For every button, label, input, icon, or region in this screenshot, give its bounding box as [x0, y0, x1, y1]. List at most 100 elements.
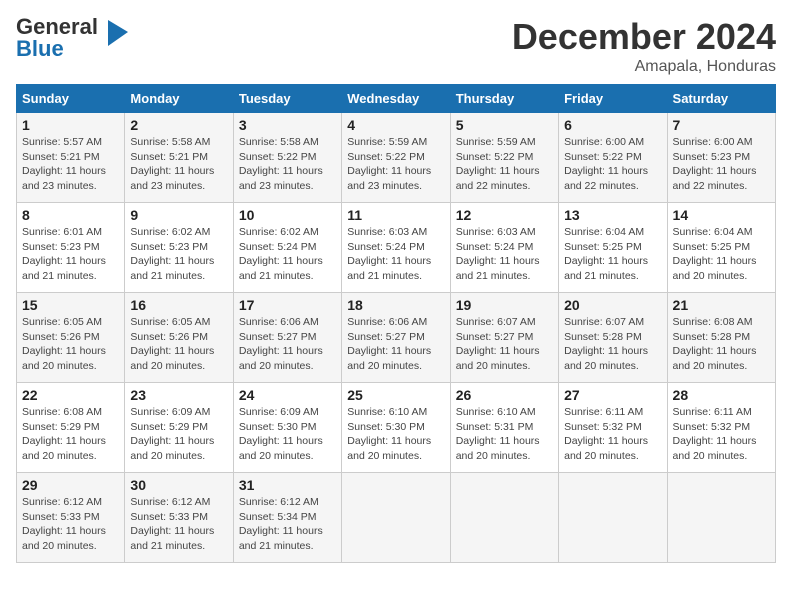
day-detail: Sunrise: 6:00 AMSunset: 5:22 PMDaylight:…: [564, 136, 648, 192]
col-thursday: Thursday: [450, 85, 558, 113]
day-detail: Sunrise: 6:10 AMSunset: 5:31 PMDaylight:…: [456, 406, 540, 462]
day-number: 14: [673, 207, 770, 223]
day-cell-27: 27 Sunrise: 6:11 AMSunset: 5:32 PMDaylig…: [559, 383, 667, 473]
day-detail: Sunrise: 6:06 AMSunset: 5:27 PMDaylight:…: [347, 316, 431, 372]
col-saturday: Saturday: [667, 85, 775, 113]
title-area: December 2024 Amapala, Honduras: [512, 16, 776, 76]
day-number: 9: [130, 207, 227, 223]
day-cell-29: 29 Sunrise: 6:12 AMSunset: 5:33 PMDaylig…: [17, 473, 125, 563]
day-cell-23: 23 Sunrise: 6:09 AMSunset: 5:29 PMDaylig…: [125, 383, 233, 473]
day-cell-12: 12 Sunrise: 6:03 AMSunset: 5:24 PMDaylig…: [450, 203, 558, 293]
day-detail: Sunrise: 6:08 AMSunset: 5:29 PMDaylight:…: [22, 406, 106, 462]
month-title: December 2024: [512, 16, 776, 58]
empty-cell: [450, 473, 558, 563]
day-number: 25: [347, 387, 444, 403]
day-cell-3: 3 Sunrise: 5:58 AMSunset: 5:22 PMDayligh…: [233, 113, 341, 203]
day-detail: Sunrise: 6:07 AMSunset: 5:27 PMDaylight:…: [456, 316, 540, 372]
day-detail: Sunrise: 6:05 AMSunset: 5:26 PMDaylight:…: [130, 316, 214, 372]
day-detail: Sunrise: 6:11 AMSunset: 5:32 PMDaylight:…: [564, 406, 648, 462]
day-number: 31: [239, 477, 336, 493]
logo-blue: Blue: [16, 36, 64, 61]
day-detail: Sunrise: 5:59 AMSunset: 5:22 PMDaylight:…: [456, 136, 540, 192]
day-detail: Sunrise: 6:12 AMSunset: 5:33 PMDaylight:…: [22, 496, 106, 552]
day-cell-30: 30 Sunrise: 6:12 AMSunset: 5:33 PMDaylig…: [125, 473, 233, 563]
day-cell-17: 17 Sunrise: 6:06 AMSunset: 5:27 PMDaylig…: [233, 293, 341, 383]
day-detail: Sunrise: 6:02 AMSunset: 5:24 PMDaylight:…: [239, 226, 323, 282]
col-monday: Monday: [125, 85, 233, 113]
logo: General Blue: [16, 16, 132, 60]
day-cell-18: 18 Sunrise: 6:06 AMSunset: 5:27 PMDaylig…: [342, 293, 450, 383]
empty-cell: [559, 473, 667, 563]
day-detail: Sunrise: 6:04 AMSunset: 5:25 PMDaylight:…: [673, 226, 757, 282]
col-friday: Friday: [559, 85, 667, 113]
day-cell-4: 4 Sunrise: 5:59 AMSunset: 5:22 PMDayligh…: [342, 113, 450, 203]
calendar-week-5: 29 Sunrise: 6:12 AMSunset: 5:33 PMDaylig…: [17, 473, 776, 563]
day-detail: Sunrise: 5:57 AMSunset: 5:21 PMDaylight:…: [22, 136, 106, 192]
day-detail: Sunrise: 6:08 AMSunset: 5:28 PMDaylight:…: [673, 316, 757, 372]
day-detail: Sunrise: 6:05 AMSunset: 5:26 PMDaylight:…: [22, 316, 106, 372]
day-cell-16: 16 Sunrise: 6:05 AMSunset: 5:26 PMDaylig…: [125, 293, 233, 383]
day-cell-26: 26 Sunrise: 6:10 AMSunset: 5:31 PMDaylig…: [450, 383, 558, 473]
day-cell-24: 24 Sunrise: 6:09 AMSunset: 5:30 PMDaylig…: [233, 383, 341, 473]
col-wednesday: Wednesday: [342, 85, 450, 113]
page-header: General Blue December 2024 Amapala, Hond…: [16, 16, 776, 76]
calendar-week-2: 8 Sunrise: 6:01 AMSunset: 5:23 PMDayligh…: [17, 203, 776, 293]
col-sunday: Sunday: [17, 85, 125, 113]
day-cell-1: 1 Sunrise: 5:57 AMSunset: 5:21 PMDayligh…: [17, 113, 125, 203]
day-cell-5: 5 Sunrise: 5:59 AMSunset: 5:22 PMDayligh…: [450, 113, 558, 203]
day-cell-22: 22 Sunrise: 6:08 AMSunset: 5:29 PMDaylig…: [17, 383, 125, 473]
day-cell-13: 13 Sunrise: 6:04 AMSunset: 5:25 PMDaylig…: [559, 203, 667, 293]
location-title: Amapala, Honduras: [512, 58, 776, 76]
day-detail: Sunrise: 6:00 AMSunset: 5:23 PMDaylight:…: [673, 136, 757, 192]
day-cell-28: 28 Sunrise: 6:11 AMSunset: 5:32 PMDaylig…: [667, 383, 775, 473]
day-cell-21: 21 Sunrise: 6:08 AMSunset: 5:28 PMDaylig…: [667, 293, 775, 383]
day-number: 24: [239, 387, 336, 403]
day-number: 7: [673, 117, 770, 133]
calendar-week-3: 15 Sunrise: 6:05 AMSunset: 5:26 PMDaylig…: [17, 293, 776, 383]
calendar-table: Sunday Monday Tuesday Wednesday Thursday…: [16, 84, 776, 563]
day-detail: Sunrise: 6:01 AMSunset: 5:23 PMDaylight:…: [22, 226, 106, 282]
col-tuesday: Tuesday: [233, 85, 341, 113]
day-detail: Sunrise: 6:07 AMSunset: 5:28 PMDaylight:…: [564, 316, 648, 372]
day-detail: Sunrise: 5:59 AMSunset: 5:22 PMDaylight:…: [347, 136, 431, 192]
day-number: 12: [456, 207, 553, 223]
day-detail: Sunrise: 6:03 AMSunset: 5:24 PMDaylight:…: [347, 226, 431, 282]
day-number: 8: [22, 207, 119, 223]
day-number: 1: [22, 117, 119, 133]
day-detail: Sunrise: 5:58 AMSunset: 5:22 PMDaylight:…: [239, 136, 323, 192]
day-cell-7: 7 Sunrise: 6:00 AMSunset: 5:23 PMDayligh…: [667, 113, 775, 203]
calendar-week-1: 1 Sunrise: 5:57 AMSunset: 5:21 PMDayligh…: [17, 113, 776, 203]
day-number: 17: [239, 297, 336, 313]
day-number: 6: [564, 117, 661, 133]
day-detail: Sunrise: 6:11 AMSunset: 5:32 PMDaylight:…: [673, 406, 757, 462]
day-detail: Sunrise: 5:58 AMSunset: 5:21 PMDaylight:…: [130, 136, 214, 192]
day-detail: Sunrise: 6:04 AMSunset: 5:25 PMDaylight:…: [564, 226, 648, 282]
day-number: 26: [456, 387, 553, 403]
day-cell-20: 20 Sunrise: 6:07 AMSunset: 5:28 PMDaylig…: [559, 293, 667, 383]
day-number: 5: [456, 117, 553, 133]
day-number: 20: [564, 297, 661, 313]
day-cell-2: 2 Sunrise: 5:58 AMSunset: 5:21 PMDayligh…: [125, 113, 233, 203]
empty-cell: [342, 473, 450, 563]
day-number: 29: [22, 477, 119, 493]
day-number: 27: [564, 387, 661, 403]
day-cell-15: 15 Sunrise: 6:05 AMSunset: 5:26 PMDaylig…: [17, 293, 125, 383]
day-number: 28: [673, 387, 770, 403]
day-cell-19: 19 Sunrise: 6:07 AMSunset: 5:27 PMDaylig…: [450, 293, 558, 383]
day-number: 15: [22, 297, 119, 313]
day-cell-31: 31 Sunrise: 6:12 AMSunset: 5:34 PMDaylig…: [233, 473, 341, 563]
day-number: 16: [130, 297, 227, 313]
day-cell-25: 25 Sunrise: 6:10 AMSunset: 5:30 PMDaylig…: [342, 383, 450, 473]
day-cell-8: 8 Sunrise: 6:01 AMSunset: 5:23 PMDayligh…: [17, 203, 125, 293]
logo-icon: [100, 18, 132, 50]
day-number: 3: [239, 117, 336, 133]
day-cell-9: 9 Sunrise: 6:02 AMSunset: 5:23 PMDayligh…: [125, 203, 233, 293]
day-number: 23: [130, 387, 227, 403]
day-number: 19: [456, 297, 553, 313]
day-cell-10: 10 Sunrise: 6:02 AMSunset: 5:24 PMDaylig…: [233, 203, 341, 293]
day-detail: Sunrise: 6:03 AMSunset: 5:24 PMDaylight:…: [456, 226, 540, 282]
day-detail: Sunrise: 6:12 AMSunset: 5:33 PMDaylight:…: [130, 496, 214, 552]
day-detail: Sunrise: 6:09 AMSunset: 5:29 PMDaylight:…: [130, 406, 214, 462]
day-detail: Sunrise: 6:12 AMSunset: 5:34 PMDaylight:…: [239, 496, 323, 552]
header-row: Sunday Monday Tuesday Wednesday Thursday…: [17, 85, 776, 113]
